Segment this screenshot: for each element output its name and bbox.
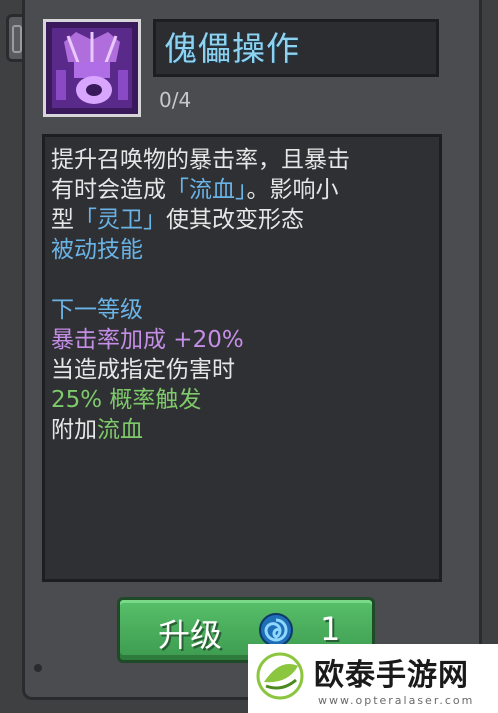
desc-line: 有时会造成「流血」。影响小: [51, 175, 433, 205]
panel-corner-rivet: [34, 664, 42, 672]
next-level-title: 下一等级: [51, 297, 143, 323]
effect-text: 附加: [51, 417, 97, 443]
next-level-bonus: 暴击率加成 +20%: [51, 327, 244, 353]
desc-line: 型「灵卫」使其改变形态: [51, 205, 433, 235]
watermark-url: www.opteralaser.com: [318, 694, 475, 707]
skill-name-box: 傀儡操作: [153, 19, 439, 77]
desc-line: 提升召唤物的暴击率，且暴击: [51, 145, 433, 175]
next-level-condition: 当造成指定伤害时: [51, 357, 235, 383]
puppet-skill-icon: [46, 22, 138, 114]
bleed-effect-keyword: 流血: [97, 417, 143, 443]
skill-icon-frame: [43, 19, 141, 117]
next-level-effect: 附加流血: [51, 415, 433, 445]
skill-description-box: 提升召唤物的暴击率，且暴击 有时会造成「流血」。影响小 型「灵卫」使其改变形态 …: [42, 134, 442, 582]
leaf-logo-icon: [256, 652, 304, 700]
bleed-keyword: 「流血」: [166, 177, 247, 203]
skill-level: 0/4: [159, 88, 192, 112]
watermark-text: 欧泰手游网: [314, 658, 469, 693]
desc-text: 有时会造成: [51, 177, 166, 203]
skill-name: 傀儡操作: [164, 29, 300, 68]
upgrade-cost: 1: [320, 610, 341, 648]
desc-text: 使其改变形态: [166, 207, 304, 233]
site-watermark: 欧泰手游网 www.opteralaser.com: [248, 644, 498, 713]
spiral-orb-icon: [259, 613, 293, 647]
desc-text: 提升召唤物的暴击率，且暴击: [51, 147, 350, 173]
spirit-guard-keyword: 「灵卫」: [74, 207, 166, 233]
skill-type: 被动技能: [51, 237, 143, 263]
upgrade-button-label: 升级: [158, 616, 223, 654]
desc-text: 型: [51, 207, 74, 233]
desc-text: 。影响小: [246, 177, 339, 203]
next-level-chance: 25% 概率触发: [51, 387, 202, 413]
game-screen: 傀儡操作 0/4 提升召唤物的暴击率，且暴击 有时会造成「流血」。影响小 型「灵…: [0, 0, 498, 713]
